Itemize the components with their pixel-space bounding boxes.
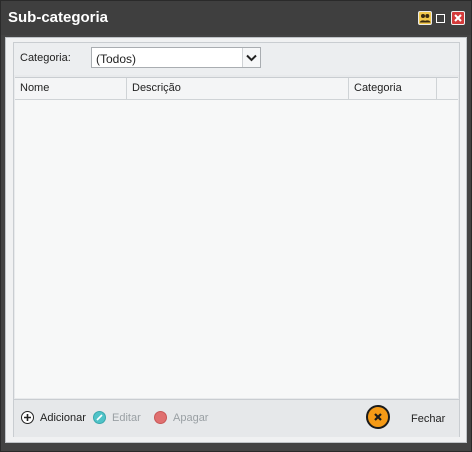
delete-button-label: Apagar xyxy=(173,411,209,424)
column-header-descricao[interactable]: Descrição xyxy=(127,78,349,99)
window-title: Sub-categoria xyxy=(8,9,109,26)
grid-header: Nome Descrição Categoria xyxy=(15,78,458,100)
filter-row: Categoria: (Todos) xyxy=(14,43,459,75)
categoria-select-value: (Todos) xyxy=(96,52,137,66)
close-icon[interactable] xyxy=(451,11,465,25)
delete-button[interactable]: Apagar xyxy=(154,411,208,424)
action-bar: Adicionar Editar Apagar Fechar xyxy=(14,399,459,437)
add-button-label: Adicionar xyxy=(40,411,86,424)
plus-circle-icon xyxy=(21,411,34,424)
sub-categoria-window: Sub-categoria Categoria: (Todos) Nome De… xyxy=(0,0,472,452)
categoria-filter-label: Categoria: xyxy=(20,52,71,64)
delete-icon xyxy=(154,411,167,424)
title-bar[interactable]: Sub-categoria xyxy=(1,1,471,35)
maximize-icon[interactable] xyxy=(436,14,445,23)
edit-button-label: Editar xyxy=(112,411,141,424)
close-circle-icon[interactable] xyxy=(366,405,390,429)
add-button[interactable]: Adicionar xyxy=(21,411,86,424)
chevron-down-icon[interactable] xyxy=(242,48,260,67)
close-button-label[interactable]: Fechar xyxy=(411,413,445,425)
column-header-categoria[interactable]: Categoria xyxy=(349,78,437,99)
column-header-filler xyxy=(437,78,458,99)
column-header-nome[interactable]: Nome xyxy=(15,78,127,99)
subcategory-grid[interactable]: Nome Descrição Categoria xyxy=(15,77,458,398)
edit-icon xyxy=(93,411,106,424)
users-icon[interactable] xyxy=(418,11,432,25)
edit-button[interactable]: Editar xyxy=(93,411,141,424)
content-panel: Categoria: (Todos) Nome Descrição Catego… xyxy=(13,42,460,437)
client-area: Categoria: (Todos) Nome Descrição Catego… xyxy=(5,37,467,443)
categoria-select[interactable]: (Todos) xyxy=(91,47,261,68)
